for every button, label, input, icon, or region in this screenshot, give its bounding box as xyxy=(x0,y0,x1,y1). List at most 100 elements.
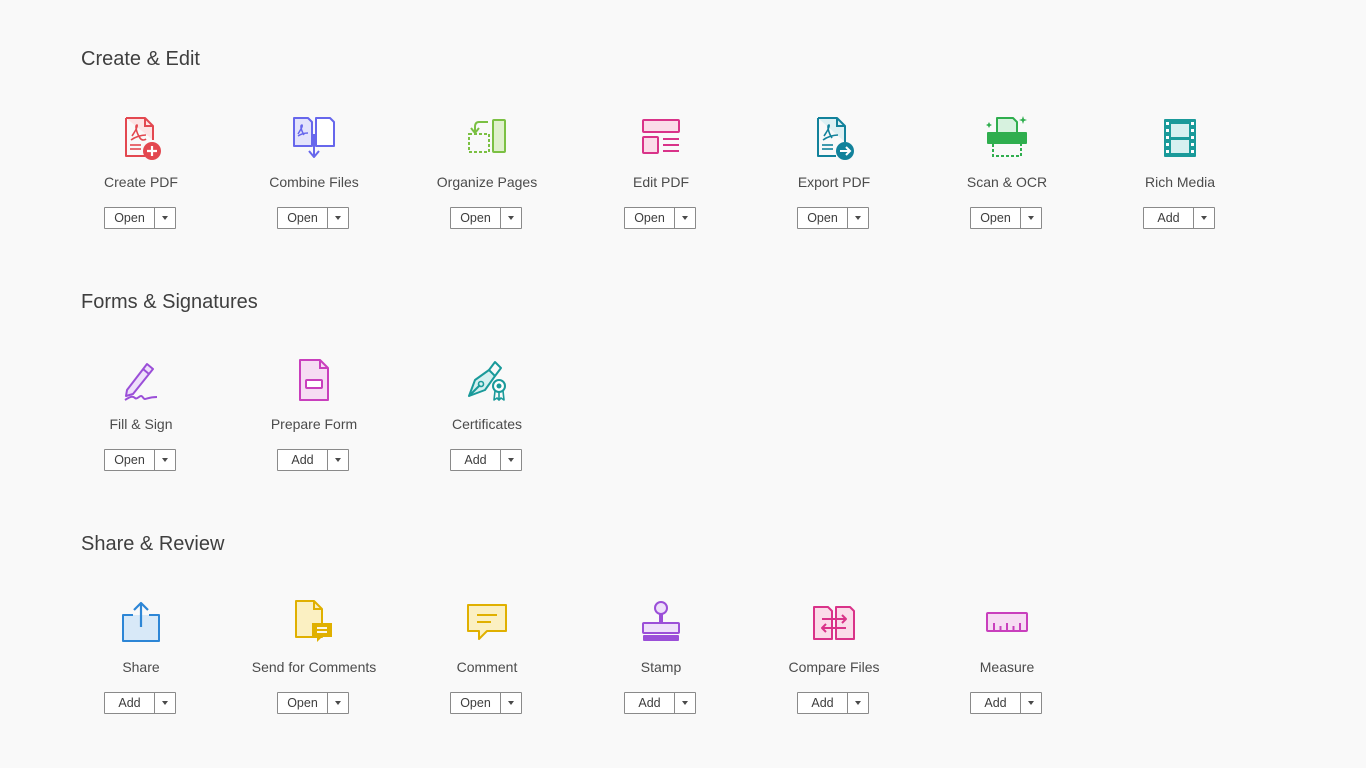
share-icon[interactable] xyxy=(117,599,165,647)
tool-export-pdf[interactable]: Export PDF Open xyxy=(747,114,921,244)
send-for-comments-icon[interactable] xyxy=(290,599,338,647)
combine-files-icon[interactable] xyxy=(290,114,338,162)
tool-edit-pdf[interactable]: Edit PDF Open xyxy=(574,114,748,244)
tool-comment[interactable]: Comment Open xyxy=(400,599,574,729)
tool-label: Rich Media xyxy=(1144,174,1216,190)
add-button[interactable]: Add xyxy=(105,693,155,713)
dropdown-arrow-icon[interactable] xyxy=(501,693,521,713)
dropdown-arrow-icon[interactable] xyxy=(848,208,868,228)
comment-split-button[interactable]: Open xyxy=(450,692,522,714)
tool-fill-sign[interactable]: Fill & Sign Open xyxy=(54,356,228,486)
compare-files-split-button[interactable]: Add xyxy=(797,692,869,714)
create-pdf-icon[interactable] xyxy=(117,114,165,162)
comment-icon[interactable] xyxy=(463,599,511,647)
tool-create-pdf[interactable]: Create PDF Open xyxy=(54,114,228,244)
tool-label: Comment xyxy=(456,659,518,675)
dropdown-arrow-icon[interactable] xyxy=(1021,693,1041,713)
section-title: Forms & Signatures xyxy=(81,291,258,313)
add-button[interactable]: Add xyxy=(278,450,328,470)
scan-ocr-icon[interactable] xyxy=(983,114,1031,162)
open-button[interactable]: Open xyxy=(105,208,155,228)
tool-label: Scan & OCR xyxy=(966,174,1048,190)
dropdown-arrow-icon[interactable] xyxy=(155,450,175,470)
dropdown-arrow-icon[interactable] xyxy=(155,693,175,713)
tool-label: Measure xyxy=(979,659,1035,675)
measure-split-button[interactable]: Add xyxy=(970,692,1042,714)
share-split-button[interactable]: Add xyxy=(104,692,176,714)
tool-label: Share xyxy=(122,659,160,675)
tool-label: Send for Comments xyxy=(251,659,377,675)
stamp-icon[interactable] xyxy=(637,599,685,647)
open-button[interactable]: Open xyxy=(451,693,501,713)
combine-files-split-button[interactable]: Open xyxy=(277,207,349,229)
tools-center: Create & Edit Create PDF Open Combine Fi… xyxy=(0,0,1366,768)
tool-label: Prepare Form xyxy=(270,416,358,432)
tool-label: Stamp xyxy=(640,659,682,675)
rich-media-icon[interactable] xyxy=(1156,114,1204,162)
dropdown-arrow-icon[interactable] xyxy=(848,693,868,713)
dropdown-arrow-icon[interactable] xyxy=(1194,208,1214,228)
tool-label: Edit PDF xyxy=(632,174,689,190)
open-button[interactable]: Open xyxy=(625,208,675,228)
prepare-form-split-button[interactable]: Add xyxy=(277,449,349,471)
open-button[interactable]: Open xyxy=(278,693,328,713)
tool-send-for-comments[interactable]: Send for Comments Open xyxy=(227,599,401,729)
edit-pdf-split-button[interactable]: Open xyxy=(624,207,696,229)
add-button[interactable]: Add xyxy=(625,693,675,713)
tool-scan-ocr[interactable]: Scan & OCR Open xyxy=(920,114,1094,244)
open-button[interactable]: Open xyxy=(105,450,155,470)
tool-label: Create PDF xyxy=(104,174,178,190)
tool-share[interactable]: Share Add xyxy=(54,599,228,729)
dropdown-arrow-icon[interactable] xyxy=(1021,208,1041,228)
tool-label: Certificates xyxy=(451,416,523,432)
tool-rich-media[interactable]: Rich Media Add xyxy=(1093,114,1267,244)
fill-sign-icon[interactable] xyxy=(117,356,165,404)
dropdown-arrow-icon[interactable] xyxy=(501,208,521,228)
tool-label: Organize Pages xyxy=(436,174,538,190)
tool-label: Combine Files xyxy=(269,174,359,190)
open-button[interactable]: Open xyxy=(278,208,328,228)
open-button[interactable]: Open xyxy=(971,208,1021,228)
dropdown-arrow-icon[interactable] xyxy=(501,450,521,470)
open-button[interactable]: Open xyxy=(798,208,848,228)
tool-stamp[interactable]: Stamp Add xyxy=(574,599,748,729)
add-button[interactable]: Add xyxy=(971,693,1021,713)
tool-label: Compare Files xyxy=(788,659,880,675)
tool-combine-files[interactable]: Combine Files Open xyxy=(227,114,401,244)
tool-measure[interactable]: Measure Add xyxy=(920,599,1094,729)
tool-prepare-form[interactable]: Prepare Form Add xyxy=(227,356,401,486)
stamp-split-button[interactable]: Add xyxy=(624,692,696,714)
dropdown-arrow-icon[interactable] xyxy=(155,208,175,228)
add-button[interactable]: Add xyxy=(798,693,848,713)
certificates-split-button[interactable]: Add xyxy=(450,449,522,471)
section-title: Create & Edit xyxy=(81,48,200,70)
dropdown-arrow-icon[interactable] xyxy=(328,208,348,228)
tool-label: Export PDF xyxy=(797,174,871,190)
send-for-comments-split-button[interactable]: Open xyxy=(277,692,349,714)
certificates-icon[interactable] xyxy=(463,356,511,404)
prepare-form-icon[interactable] xyxy=(290,356,338,404)
fill-sign-split-button[interactable]: Open xyxy=(104,449,176,471)
export-pdf-icon[interactable] xyxy=(810,114,858,162)
compare-files-icon[interactable] xyxy=(810,599,858,647)
tool-organize-pages[interactable]: Organize Pages Open xyxy=(400,114,574,244)
edit-pdf-icon[interactable] xyxy=(637,114,685,162)
dropdown-arrow-icon[interactable] xyxy=(328,450,348,470)
export-pdf-split-button[interactable]: Open xyxy=(797,207,869,229)
open-button[interactable]: Open xyxy=(451,208,501,228)
scan-ocr-split-button[interactable]: Open xyxy=(970,207,1042,229)
create-pdf-split-button[interactable]: Open xyxy=(104,207,176,229)
organize-pages-split-button[interactable]: Open xyxy=(450,207,522,229)
add-button[interactable]: Add xyxy=(1144,208,1194,228)
section-title: Share & Review xyxy=(81,533,225,555)
dropdown-arrow-icon[interactable] xyxy=(675,208,695,228)
tool-label: Fill & Sign xyxy=(109,416,173,432)
tool-certificates[interactable]: Certificates Add xyxy=(400,356,574,486)
organize-pages-icon[interactable] xyxy=(463,114,511,162)
rich-media-split-button[interactable]: Add xyxy=(1143,207,1215,229)
measure-icon[interactable] xyxy=(983,599,1031,647)
dropdown-arrow-icon[interactable] xyxy=(675,693,695,713)
add-button[interactable]: Add xyxy=(451,450,501,470)
dropdown-arrow-icon[interactable] xyxy=(328,693,348,713)
tool-compare-files[interactable]: Compare Files Add xyxy=(747,599,921,729)
